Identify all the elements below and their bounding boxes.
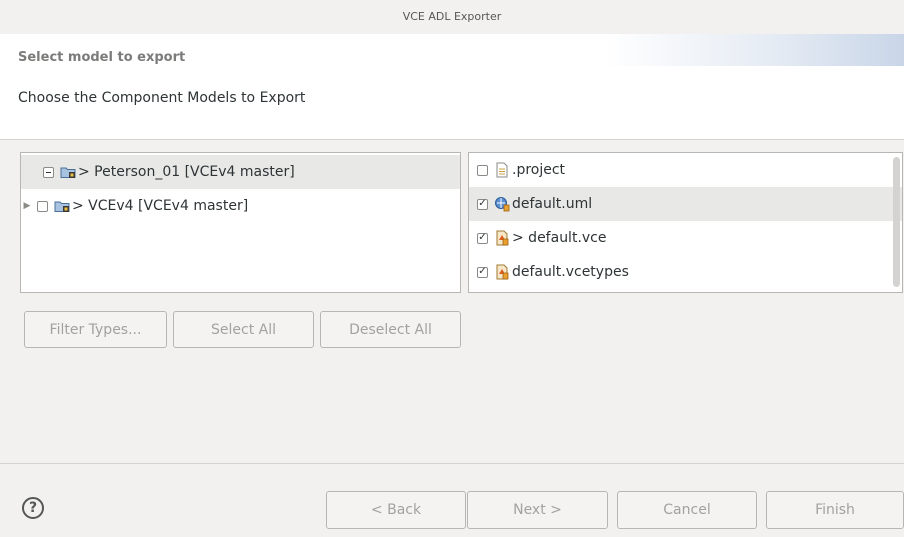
footer-separator xyxy=(0,463,904,464)
file-list-scrollbar[interactable] xyxy=(893,157,900,287)
tree-item-vcev4[interactable]: ▶ > VCEv4 [VCEv4 master] xyxy=(21,189,460,223)
window-title: VCE ADL Exporter xyxy=(402,10,502,23)
help-icon[interactable]: ? xyxy=(22,497,44,519)
file-item-uml[interactable]: ✓ default.uml xyxy=(469,187,902,221)
file-item-checkbox[interactable]: ✓ xyxy=(477,198,488,210)
header-banner xyxy=(604,34,904,66)
file-item-checkbox[interactable]: ✓ xyxy=(477,232,488,244)
tree-item-checkbox[interactable] xyxy=(37,200,48,212)
wizard-title: Select model to export xyxy=(18,50,186,65)
select-all-button[interactable]: Select All xyxy=(173,311,314,348)
expand-arrow-icon[interactable]: ▶ xyxy=(21,201,33,211)
cancel-button[interactable]: Cancel xyxy=(617,491,757,529)
next-button[interactable]: Next > xyxy=(467,491,608,529)
file-item-checkbox[interactable] xyxy=(477,164,488,176)
filter-types-button[interactable]: Filter Types... xyxy=(24,311,167,348)
file-item-label: > default.vce xyxy=(512,230,607,246)
file-item-project[interactable]: .project xyxy=(469,153,902,187)
file-item-label: .project xyxy=(512,162,566,178)
finish-button[interactable]: Finish xyxy=(766,491,904,529)
wizard-header: Select model to export Choose the Compon… xyxy=(0,34,904,140)
file-list[interactable]: .project ✓ default.uml ✓ > default.vce ✓ xyxy=(468,152,903,293)
tree-item-label: > Peterson_01 [VCEv4 master] xyxy=(78,164,295,180)
back-button[interactable]: < Back xyxy=(326,491,466,529)
file-item-label: default.uml xyxy=(512,196,593,212)
project-tree[interactable]: > Peterson_01 [VCEv4 master] ▶ > VCEv4 [… xyxy=(20,152,461,293)
tree-item-checkbox[interactable] xyxy=(43,166,54,178)
file-item-vce[interactable]: ✓ > default.vce xyxy=(469,221,902,255)
text-file-icon xyxy=(494,162,510,178)
file-item-label: default.vcetypes xyxy=(512,264,629,280)
tree-item-peterson[interactable]: > Peterson_01 [VCEv4 master] xyxy=(21,155,460,189)
deselect-all-button[interactable]: Deselect All xyxy=(320,311,461,348)
file-item-checkbox[interactable]: ✓ xyxy=(477,266,488,278)
project-folder-icon xyxy=(54,198,70,214)
vce-file-icon xyxy=(494,230,510,246)
tree-item-label: > VCEv4 [VCEv4 master] xyxy=(72,198,249,214)
window-titlebar: VCE ADL Exporter xyxy=(0,0,904,34)
wizard-description: Choose the Component Models to Export xyxy=(18,90,306,106)
file-item-vcetypes[interactable]: ✓ default.vcetypes xyxy=(469,255,902,289)
uml-file-icon xyxy=(494,196,510,212)
project-folder-icon xyxy=(60,164,76,180)
vce-file-icon xyxy=(494,264,510,280)
